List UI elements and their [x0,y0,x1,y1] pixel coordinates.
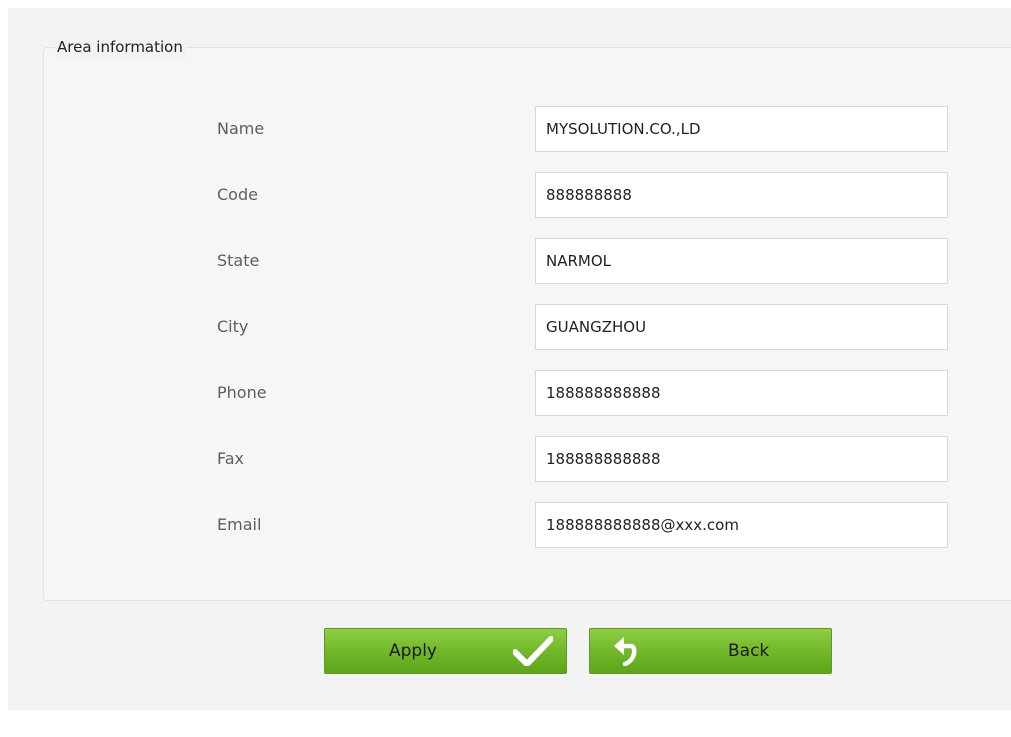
group-legend: Area information [55,36,186,58]
form-row-city: City [0,304,1011,350]
apply-button[interactable]: Apply [324,628,567,674]
email-label: Email [217,515,262,534]
city-label: City [217,317,249,336]
state-label: State [217,251,260,270]
back-button-label: Back [728,641,770,661]
phone-label: Phone [217,383,267,402]
code-field[interactable] [535,172,948,218]
fax-label: Fax [217,449,245,468]
phone-field[interactable] [535,370,948,416]
fax-field[interactable] [535,436,948,482]
checkmark-icon [512,636,554,671]
state-field[interactable] [535,238,948,284]
name-label: Name [217,119,265,138]
email-field[interactable] [535,502,948,548]
form-row-email: Email [0,502,1011,548]
back-button[interactable]: Back [589,628,832,674]
form-row-fax: Fax [0,436,1011,482]
code-label: Code [217,185,258,204]
undo-arrow-icon [610,636,640,671]
name-field[interactable] [535,106,948,152]
city-field[interactable] [535,304,948,350]
form-row-code: Code [0,172,1011,218]
form-row-phone: Phone [0,370,1011,416]
apply-button-label: Apply [389,641,437,661]
form-row-name: Name [0,106,1011,152]
form-row-state: State [0,238,1011,284]
